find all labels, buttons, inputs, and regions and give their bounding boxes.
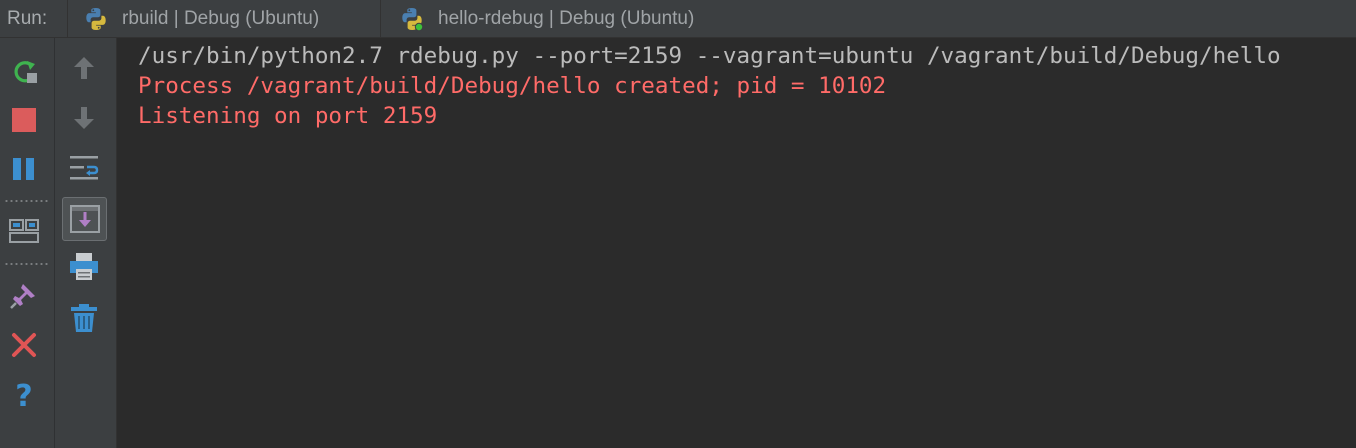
tab-hello-rdebug[interactable]: hello-rdebug | Debug (Ubuntu)	[380, 0, 773, 37]
previous-occurrence-button[interactable]	[67, 51, 101, 85]
down-arrow-icon	[74, 107, 94, 129]
run-tool-window: Run: rbuild | Debug (Ubuntu) hello-rdebu…	[0, 0, 1356, 448]
pin-tab-icon	[10, 284, 35, 309]
scroll-to-end-button[interactable]	[62, 197, 107, 241]
next-occurrence-button[interactable]	[67, 101, 101, 135]
run-toolbar-secondary	[55, 38, 117, 448]
clear-all-button[interactable]	[67, 301, 101, 335]
console-line-command: /usr/bin/python2.7 rdebug.py --port=2159…	[138, 43, 1281, 69]
python-running-icon	[399, 6, 425, 32]
pause-button[interactable]	[7, 152, 41, 186]
print-icon	[70, 253, 98, 280]
close-button[interactable]	[7, 328, 41, 362]
restore-layout-button[interactable]	[7, 214, 41, 248]
restore-layout-icon	[9, 219, 39, 243]
toolbar-separator	[4, 263, 48, 265]
stop-icon	[12, 108, 36, 132]
up-arrow-icon	[74, 57, 94, 79]
run-label: Run:	[7, 8, 48, 29]
soft-wrap-button[interactable]	[67, 151, 101, 185]
rerun-icon	[14, 61, 37, 83]
pin-tab-button[interactable]	[7, 278, 41, 312]
console-line-process-created: Process /vagrant/build/Debug/hello creat…	[138, 73, 887, 99]
console-line-listening: Listening on port 2159	[138, 103, 438, 129]
help-button[interactable]: ?	[7, 378, 41, 412]
python-icon	[83, 6, 109, 32]
run-tab-bar: Run: rbuild | Debug (Ubuntu) hello-rdebu…	[0, 0, 1356, 38]
tab-hello-rdebug-label: hello-rdebug | Debug (Ubuntu)	[438, 8, 695, 29]
svg-text:?: ?	[15, 379, 32, 412]
pause-icon	[13, 158, 34, 180]
print-button[interactable]	[67, 250, 101, 284]
tab-rbuild[interactable]: rbuild | Debug (Ubuntu)	[67, 0, 380, 37]
help-icon: ?	[15, 379, 32, 412]
console-output[interactable]: /usr/bin/python2.7 rdebug.py --port=2159…	[117, 38, 1356, 448]
toolbar-separator	[4, 200, 48, 202]
stop-button[interactable]	[7, 103, 41, 137]
rerun-button[interactable]	[8, 55, 42, 89]
trash-icon	[71, 304, 97, 332]
run-toolbar-primary: ?	[0, 38, 55, 448]
scroll-to-end-icon	[70, 205, 100, 233]
tab-rbuild-label: rbuild | Debug (Ubuntu)	[122, 8, 320, 29]
soft-wrap-icon	[70, 156, 99, 180]
close-icon	[12, 333, 36, 357]
